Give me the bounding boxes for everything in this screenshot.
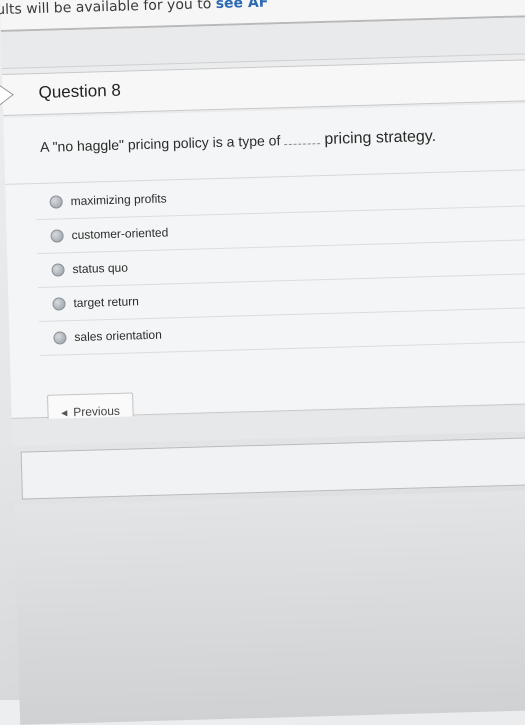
option-maximizing-profits[interactable]: maximizing profits [49,191,167,209]
quiz-page: ults will be available for you to see AF… [0,0,525,725]
prompt-blank [284,143,321,146]
option-customer-oriented[interactable]: customer-oriented [50,225,169,243]
question-flag-icon[interactable] [0,84,13,106]
results-banner-label: ults will be available for you to [0,0,216,19]
question-prompt: A "no haggle" pricing policy is a type o… [40,128,436,157]
results-banner-accent: see AF [215,0,269,12]
radio-unselected-icon[interactable] [52,296,66,311]
radio-unselected-icon[interactable] [50,228,64,243]
radio-unselected-icon[interactable] [51,262,65,277]
option-label: target return [73,294,140,311]
option-target-return[interactable]: target return [52,294,140,311]
results-banner-text: ults will be available for you to see AF [0,0,269,18]
page-background [14,489,525,725]
option-label: maximizing profits [70,191,167,209]
option-status-quo[interactable]: status quo [51,261,128,277]
chevron-left-icon: ◀ [60,407,68,417]
option-label: sales orientation [74,327,162,345]
option-label: status quo [72,260,129,277]
prompt-divider [5,168,525,185]
option-sales-orientation[interactable]: sales orientation [53,328,162,345]
radio-unselected-icon[interactable] [53,330,67,345]
question-body: A "no haggle" pricing policy is a type o… [3,102,525,431]
prompt-text-start: A "no haggle" pricing policy is a type o… [39,132,281,155]
footer-panel [20,435,525,500]
prompt-text-end: pricing strategy. [324,127,437,148]
option-label: customer-oriented [71,225,169,243]
question-title: Question 8 [38,80,122,102]
radio-unselected-icon[interactable] [49,194,63,209]
